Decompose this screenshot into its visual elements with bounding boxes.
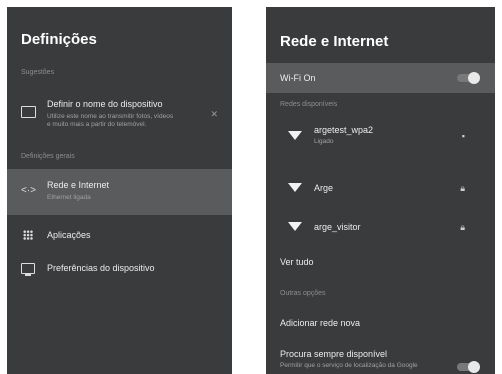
other-options-header: Outras opções	[280, 290, 326, 297]
settings-title: Definições	[21, 31, 97, 48]
network-icon: <·>	[21, 185, 37, 196]
see-all-item[interactable]: Ver tudo	[266, 252, 495, 274]
add-network-item[interactable]: Adicionar rede nova	[266, 312, 495, 334]
network-panel: Rede e Internet Wi-Fi On Redes disponíve…	[266, 7, 495, 374]
device-preferences-label: Preferências do dispositivo	[47, 263, 155, 273]
network-item[interactable]: argetest_wpa2 Ligado ▪	[266, 115, 495, 159]
add-network-label: Adicionar rede nova	[280, 318, 361, 328]
suggestion-subtitle-line1: Utilize este nome ao transmitir fotos, v…	[47, 113, 174, 120]
network-title: Rede e Internet	[280, 33, 389, 50]
sidebar-item-apps[interactable]: Aplicações	[7, 221, 232, 249]
apps-label: Aplicações	[47, 230, 91, 240]
network-item[interactable]: Arge 🔒︎	[266, 175, 495, 203]
general-settings-header: Definições gerais	[21, 153, 75, 160]
wifi-icon	[288, 183, 302, 192]
sidebar-item-device-preferences[interactable]: Preferências do dispositivo	[7, 255, 232, 283]
scan-always-subtitle: Permitir que o serviço de localização da…	[280, 362, 418, 369]
lock-icon: 🔒︎	[460, 183, 465, 193]
scan-always-label: Procura sempre disponível	[280, 349, 388, 359]
suggestions-header: Sugestões	[21, 69, 55, 76]
suggestion-title: Definir o nome do dispositivo	[47, 99, 163, 109]
monitor-icon	[21, 263, 35, 276]
suggestion-subtitle-line2: e muito mais a partir do telemóvel.	[47, 121, 147, 128]
wifi-toggle-row[interactable]: Wi-Fi On	[266, 63, 495, 93]
wifi-toggle[interactable]	[457, 72, 480, 84]
network-name: argetest_wpa2	[314, 125, 374, 135]
network-name: Arge	[314, 183, 334, 193]
wifi-icon	[288, 131, 302, 140]
scan-always-item[interactable]: Procura sempre disponível Permitir que o…	[266, 344, 495, 374]
network-item[interactable]: arge_visitor 🔒︎	[266, 214, 495, 242]
wifi-icon	[288, 222, 302, 231]
scan-always-toggle[interactable]	[457, 361, 480, 373]
network-subtitle: Ethernet ligada	[47, 194, 91, 201]
lock-icon: ▪	[461, 131, 465, 141]
suggestion-item-device-name[interactable]: Definir o nome do dispositivo Utilize es…	[7, 95, 232, 135]
see-all-label: Ver tudo	[280, 257, 314, 267]
sidebar-item-network[interactable]: <·> Rede e Internet Ethernet ligada	[7, 169, 232, 215]
lock-icon: 🔒︎	[460, 222, 465, 232]
wifi-toggle-label: Wi-Fi On	[280, 73, 316, 83]
settings-panel: Definições Sugestões Definir o nome do d…	[7, 7, 232, 374]
close-icon[interactable]: ✕	[210, 109, 218, 120]
network-name: arge_visitor	[314, 222, 361, 232]
network-label: Rede e Internet	[47, 180, 110, 190]
cast-icon	[21, 106, 36, 118]
network-status: Ligado	[314, 138, 334, 145]
apps-grid-icon	[23, 230, 33, 240]
available-networks-header: Redes disponíveis	[280, 101, 338, 108]
